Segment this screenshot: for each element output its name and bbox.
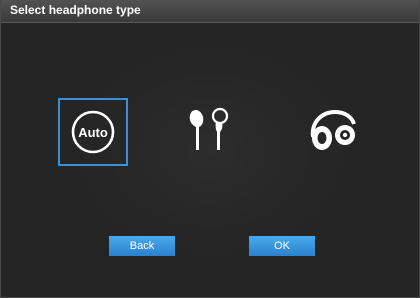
option-earbud[interactable] bbox=[175, 98, 245, 166]
ok-button[interactable]: OK bbox=[249, 236, 315, 256]
auto-label: Auto bbox=[78, 125, 108, 140]
over-ear-headphones-icon bbox=[310, 109, 356, 150]
auto-circle-icon: Auto bbox=[71, 110, 115, 154]
dialog-title: Select headphone type bbox=[10, 3, 141, 17]
earbud-headphones-icon bbox=[189, 107, 229, 150]
back-button[interactable]: Back bbox=[109, 236, 175, 256]
option-auto[interactable]: Auto bbox=[58, 98, 128, 166]
headphone-type-dialog: Select headphone type Auto Back OK bbox=[0, 0, 420, 298]
option-over-ear[interactable] bbox=[298, 98, 368, 166]
dialog-titlebar: Select headphone type bbox=[1, 0, 419, 23]
